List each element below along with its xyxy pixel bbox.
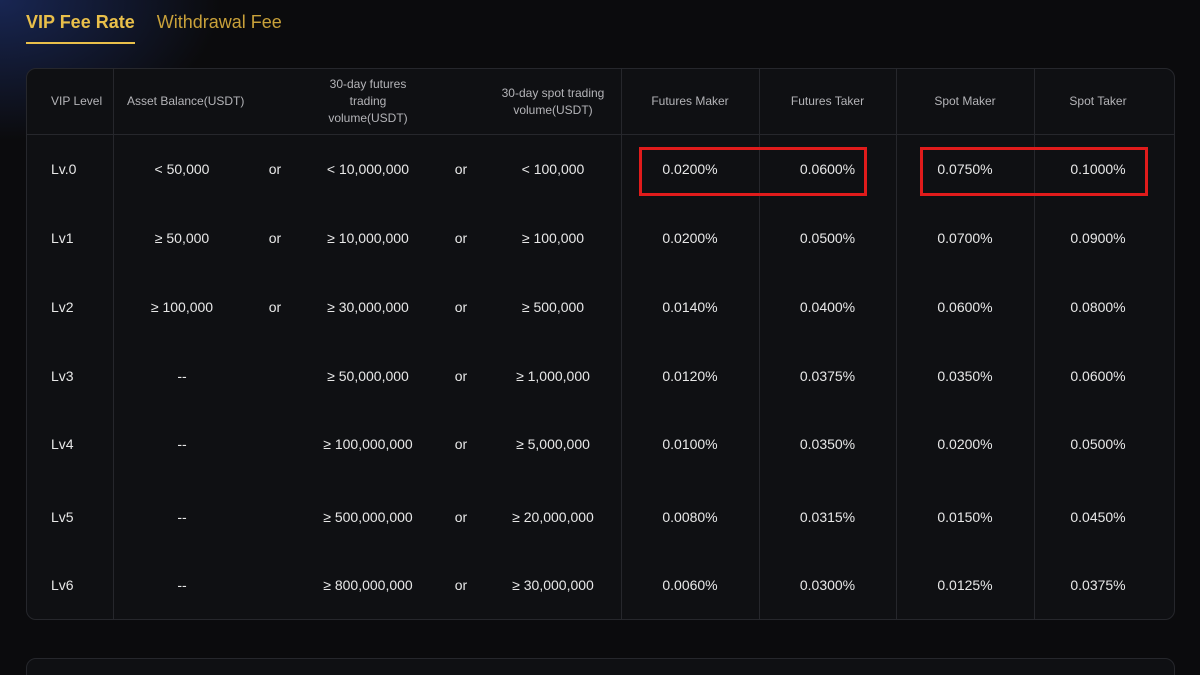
cell-spot-taker: 0.0800%: [1070, 299, 1126, 315]
cell-spot-volume: ≥ 20,000,000: [512, 509, 594, 525]
cell-asset-balance: --: [177, 577, 187, 593]
cell-futures-maker: 0.0080%: [662, 509, 718, 525]
cell-futures-maker: 0.0140%: [662, 299, 718, 315]
cell-spot-maker: 0.0350%: [937, 368, 993, 384]
cell-vip-level: Lv6: [51, 577, 74, 593]
tab-vip-fee-rate[interactable]: VIP Fee Rate: [26, 0, 135, 44]
cell-futures-volume: ≥ 100,000,000: [323, 436, 413, 452]
cell-futures-taker: 0.0375%: [799, 368, 856, 384]
cell-or: [257, 575, 293, 595]
cell-futures-taker: 0.0400%: [799, 299, 856, 315]
cell-futures-maker: 0.0200%: [662, 161, 718, 177]
cell-spot-maker: 0.0200%: [937, 436, 993, 452]
header-futures-volume: 30-day futures trading volume(USDT): [328, 77, 408, 125]
table-row: Lv5 -- ≥ 500,000,000 or ≥ 20,000,000 0.0080% 0…: [27, 69, 1174, 619]
cell-asset-balance: ≥ 100,000: [150, 299, 214, 315]
tab-bar: VIP Fee Rate Withdrawal Fee: [26, 0, 304, 46]
cell-futures-volume: < 10,000,000: [326, 161, 410, 177]
cell-futures-maker: 0.0200%: [662, 230, 718, 246]
cell-futures-volume: ≥ 30,000,000: [327, 299, 409, 315]
cell-futures-volume: ≥ 500,000,000: [323, 509, 413, 525]
cell-or: [257, 507, 293, 527]
cell-spot-volume: < 100,000: [521, 161, 585, 177]
cell-futures-maker: 0.0060%: [662, 577, 718, 593]
cell-spot-maker: 0.0700%: [937, 230, 993, 246]
cell-or: or: [454, 509, 468, 525]
cell-futures-volume: ≥ 10,000,000: [327, 230, 409, 246]
cell-futures-maker: 0.0100%: [662, 436, 718, 452]
cell-or: or: [268, 161, 282, 177]
header-spot-volume: 30-day spot trading volume(USDT): [501, 85, 605, 117]
cell-asset-balance: --: [177, 368, 187, 384]
cell-or: or: [454, 161, 468, 177]
cell-spot-taker: 0.1000%: [1070, 161, 1126, 177]
cell-spot-taker: 0.0450%: [1070, 509, 1126, 525]
cell-spot-taker: 0.0600%: [1070, 368, 1126, 384]
cell-asset-balance: --: [177, 509, 187, 525]
table-row: Lv4 -- ≥ 100,000,000 or ≥ 5,000,000 0.0100% 0.…: [27, 69, 1174, 619]
cell-asset-balance: ≥ 50,000: [154, 230, 210, 246]
cell-spot-maker: 0.0600%: [937, 299, 993, 315]
header-divider: [27, 134, 1174, 135]
header-vip-level: VIP Level: [51, 94, 103, 108]
column-divider: [621, 69, 622, 619]
cell-vip-level: Lv1: [51, 230, 74, 246]
cell-or: [257, 366, 293, 386]
cell-or: or: [454, 368, 468, 384]
cell-or: or: [454, 577, 468, 593]
cell-or: or: [454, 436, 468, 452]
cell-or: or: [454, 299, 468, 315]
fee-rate-table: VIP Level Asset Balance(USDT) 30-day fut…: [26, 68, 1175, 620]
cell-futures-taker: 0.0500%: [799, 230, 856, 246]
cell-or: [257, 434, 293, 454]
page: VIP Fee Rate Withdrawal Fee VIP Level As…: [0, 0, 1200, 675]
cell-futures-taker: 0.0600%: [799, 161, 856, 177]
column-divider: [1034, 69, 1035, 619]
cell-or: or: [268, 299, 282, 315]
cell-spot-volume: ≥ 1,000,000: [516, 368, 590, 384]
cell-spot-volume: ≥ 100,000: [521, 230, 585, 246]
cell-spot-taker: 0.0900%: [1070, 230, 1126, 246]
column-divider: [113, 69, 114, 619]
cell-spot-maker: 0.0750%: [937, 161, 993, 177]
cell-vip-level: Lv4: [51, 436, 74, 452]
cell-futures-volume: ≥ 800,000,000: [323, 577, 413, 593]
column-divider: [759, 69, 760, 619]
table-row: Lv6 -- ≥ 800,000,000 or ≥ 30,000,000 0.0060% 0…: [27, 69, 1174, 619]
cell-vip-level: Lv2: [51, 299, 74, 315]
cell-asset-balance: --: [177, 436, 187, 452]
cell-or: or: [454, 230, 468, 246]
cell-spot-taker: 0.0375%: [1070, 577, 1126, 593]
cell-vip-level: Lv.0: [51, 161, 77, 177]
cell-spot-volume: ≥ 30,000,000: [512, 577, 594, 593]
cell-spot-volume: ≥ 500,000: [521, 299, 585, 315]
header-asset-balance: Asset Balance(USDT): [127, 94, 245, 108]
cell-vip-level: Lv3: [51, 368, 74, 384]
cell-futures-taker: 0.0315%: [799, 509, 856, 525]
secondary-card: [26, 658, 1175, 675]
tab-withdrawal-fee[interactable]: Withdrawal Fee: [157, 0, 282, 44]
cell-spot-maker: 0.0150%: [937, 509, 993, 525]
cell-spot-volume: ≥ 5,000,000: [516, 436, 590, 452]
header-spot-maker: Spot Maker: [934, 94, 996, 108]
header-futures-maker: Futures Maker: [651, 94, 729, 108]
table-row: Lv3 -- ≥ 50,000,000 or ≥ 1,000,000 0.0120% 0.0…: [27, 69, 1174, 619]
header-spot-taker: Spot Taker: [1069, 94, 1127, 108]
column-divider: [896, 69, 897, 619]
cell-futures-taker: 0.0300%: [799, 577, 856, 593]
cell-asset-balance: < 50,000: [154, 161, 210, 177]
header-futures-taker: Futures Taker: [790, 94, 865, 108]
cell-futures-taker: 0.0350%: [799, 436, 856, 452]
cell-spot-taker: 0.0500%: [1070, 436, 1126, 452]
table-row: Lv.0 < 50,000 or < 10,000,000 or < 100,000 0.0…: [27, 69, 1174, 619]
table-row: Lv2 ≥ 100,000 or ≥ 30,000,000 or ≥ 500,000 0.0…: [27, 69, 1174, 619]
highlight-futures-fees: [639, 147, 867, 196]
cell-futures-maker: 0.0120%: [662, 368, 718, 384]
cell-spot-maker: 0.0125%: [937, 577, 993, 593]
cell-futures-volume: ≥ 50,000,000: [327, 368, 409, 384]
table-row: Lv1 ≥ 50,000 or ≥ 10,000,000 or ≥ 100,000 0.02…: [27, 69, 1174, 619]
cell-or: or: [268, 230, 282, 246]
cell-vip-level: Lv5: [51, 509, 74, 525]
